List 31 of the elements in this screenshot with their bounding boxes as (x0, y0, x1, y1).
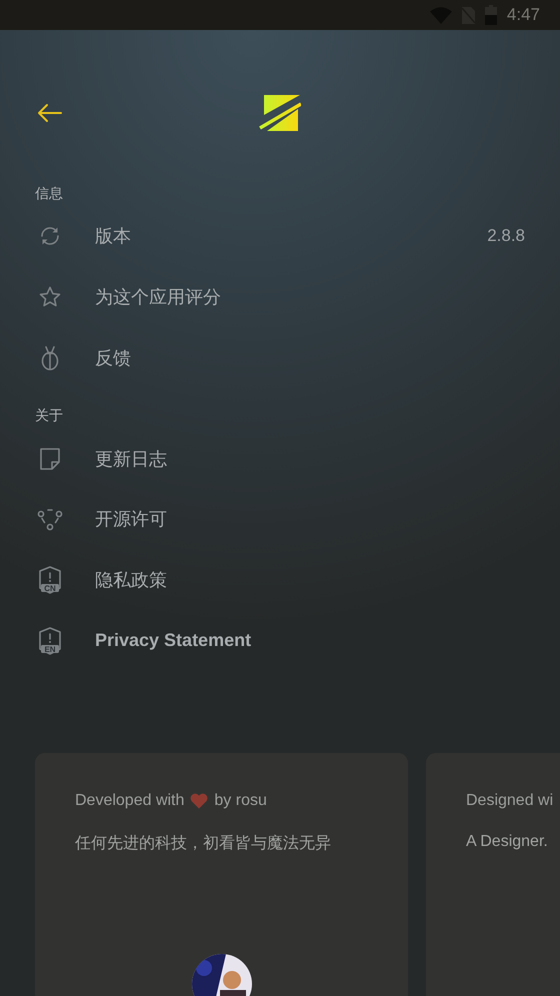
settings-item[interactable]: 更新日志 (0, 428, 560, 489)
item-label: 更新日志 (95, 448, 168, 471)
settings-item[interactable]: 开源许可 (0, 488, 560, 550)
settings-item[interactable]: CN 隐私政策 (0, 550, 560, 610)
app-logo (259, 94, 301, 132)
credit-text: Designed wi (466, 792, 554, 810)
item-label: 反馈 (95, 346, 132, 370)
settings-item[interactable]: 版本 2.8.8 (0, 206, 560, 267)
section-title: 信息 (35, 185, 64, 204)
credit-text: by rosu (214, 792, 267, 810)
settings-item[interactable]: EN Privacy Statement (0, 610, 560, 672)
badge-label: EN (44, 644, 56, 654)
settings-item[interactable]: 反馈 (0, 327, 560, 388)
credit-text: Developed with (75, 792, 184, 810)
section-title: 关于 (35, 407, 64, 426)
clock-time: 4:47 (506, 5, 540, 25)
item-label: 版本 (95, 225, 132, 248)
item-label: 为这个应用评分 (95, 286, 222, 310)
battery-icon (484, 5, 497, 25)
heart-icon (190, 793, 208, 810)
settings-item[interactable]: 为这个应用评分 (0, 266, 560, 328)
star-icon (38, 285, 62, 310)
item-label: Privacy Statement (95, 630, 252, 652)
network-icon (37, 507, 63, 532)
card-text: 任何先进的科技，初看皆与魔法无异 (75, 833, 332, 854)
item-label: 隐私政策 (95, 569, 168, 592)
version-value: 2.8.8 (487, 226, 525, 246)
badge-label: CN (44, 584, 56, 594)
note-icon (39, 446, 61, 471)
item-label: 开源许可 (95, 508, 168, 532)
card-text: A Designer. (466, 833, 549, 852)
